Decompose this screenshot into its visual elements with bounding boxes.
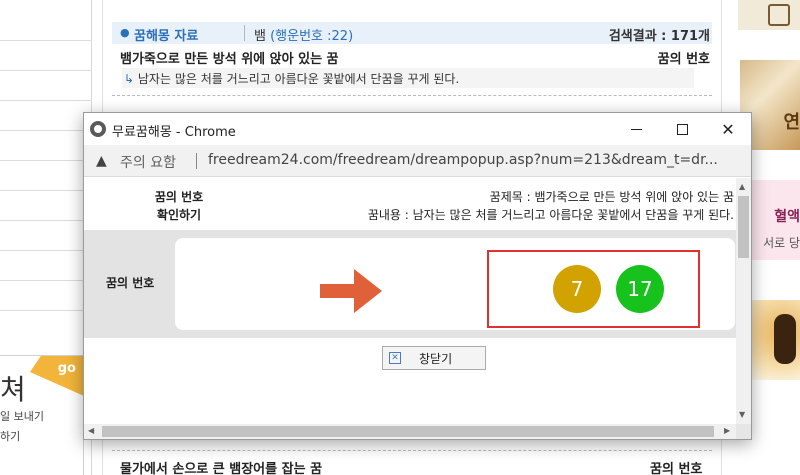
- result-count: 검색결과 : 171개: [608, 29, 710, 44]
- promo-line2: 하기: [0, 430, 21, 443]
- go-badge[interactable]: go: [30, 356, 84, 396]
- dream-row-description: ↳ 남자는 많은 처를 거느리고 아름다운 꽃밭에서 단꿈을 꾸게 된다.: [122, 68, 694, 88]
- category-label: 꿈해몽 자료: [134, 29, 199, 44]
- dream-row-title-bottom[interactable]: 물가에서 손으로 큰 뱀장어를 잡는 꿈: [120, 458, 322, 475]
- number-ball: 17: [616, 265, 664, 313]
- keyword: 뱀 (행운번호 :22): [254, 29, 354, 44]
- number-card: 7 17: [175, 238, 735, 330]
- chrome-favicon-icon: [90, 121, 106, 137]
- dream-info: 꿈제목 : 뱀가죽으로 만든 방석 위에 앉아 있는 꿈 꿈내용 : 남자는 많…: [368, 188, 734, 224]
- popup-content: 꿈의 번호 확인하기 꿈제목 : 뱀가죽으로 만든 방석 위에 앉아 있는 꿈 …: [84, 178, 736, 424]
- close-window-button[interactable]: ✕: [705, 113, 751, 145]
- close-popup-button[interactable]: ✕ 창닫기: [382, 346, 486, 370]
- popup-window: 무료꿈해몽 - Chrome ✕ ▲ 주의 요함 freedream24.com…: [83, 112, 752, 440]
- reply-arrow-icon: ↳: [124, 72, 135, 86]
- number-panel: 꿈의 번호 7 17: [84, 230, 736, 338]
- horizontal-scrollbar[interactable]: ◀ ▶: [84, 424, 736, 439]
- maximize-button[interactable]: [659, 113, 705, 145]
- dream-title: 꿈제목 : 뱀가죽으로 만든 방석 위에 앉아 있는 꿈: [489, 190, 734, 204]
- minimize-button[interactable]: [613, 113, 659, 145]
- address-bar[interactable]: ▲ 주의 요함 freedream24.com/freedream/dreamp…: [84, 145, 751, 177]
- numbers-label: 꿈의 번호: [106, 276, 155, 290]
- security-label[interactable]: 주의 요함: [120, 152, 176, 172]
- close-icon: ✕: [721, 119, 735, 139]
- number-ball: 7: [553, 265, 601, 313]
- lucky-number: (행운번호 :22): [270, 29, 354, 44]
- search-result-header: ● 꿈해몽 자료 뱀 (행운번호 :22) 검색결과 : 171개: [112, 22, 712, 44]
- vertical-scroll-thumb[interactable]: [738, 196, 749, 258]
- window-title: 무료꿈해몽 - Chrome: [112, 125, 236, 140]
- url-text[interactable]: freedream24.com/freedream/dreampopup.asp…: [208, 152, 718, 168]
- scroll-right-icon[interactable]: ▶: [724, 426, 730, 435]
- minimize-icon: [630, 128, 642, 130]
- close-box-icon: ✕: [389, 352, 401, 364]
- dream-row-title[interactable]: 뱀가죽으로 만든 방석 위에 앉아 있는 꿈: [120, 48, 339, 67]
- warning-icon[interactable]: ▲: [96, 153, 107, 169]
- right-arrow-icon: [320, 269, 382, 313]
- dream-content: 꿈내용 : 남자는 많은 처를 거느리고 아름다운 꽃밭에서 단꿈을 꾸게 된다…: [367, 208, 734, 222]
- vertical-scrollbar[interactable]: ▲ ▼: [736, 178, 751, 424]
- horizontal-scroll-thumb[interactable]: [102, 426, 714, 437]
- dream-number-link-bottom[interactable]: 꿈의 번호: [650, 458, 702, 475]
- promo-line1: 일 보내기: [0, 410, 44, 423]
- promo-big-text: 쳐: [0, 373, 26, 406]
- dream-number-link[interactable]: 꿈의 번호: [658, 48, 710, 67]
- scroll-left-icon[interactable]: ◀: [88, 426, 94, 435]
- maximize-icon: [676, 123, 688, 135]
- info-label: 꿈의 번호 확인하기: [154, 190, 204, 222]
- number-highlight-box: 7 17: [487, 250, 700, 328]
- frame-icon: [768, 4, 790, 26]
- title-bar[interactable]: 무료꿈해몽 - Chrome ✕: [84, 113, 751, 145]
- scroll-up-icon[interactable]: ▲: [739, 182, 745, 191]
- left-promo-box[interactable]: 쳐 go 일 보내기 하기: [0, 355, 84, 475]
- bullet-icon: ●: [120, 26, 130, 39]
- scroll-down-icon[interactable]: ▼: [739, 410, 745, 419]
- ad-image-top[interactable]: [738, 0, 800, 30]
